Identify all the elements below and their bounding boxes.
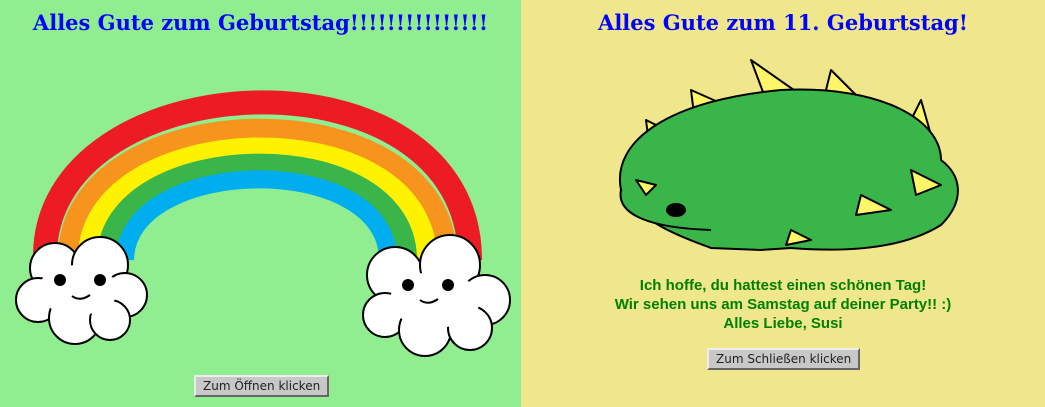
birthday-message: Ich hoffe, du hattest einen schönen Tag!… [521, 276, 1045, 333]
message-line: Wir sehen uns am Samstag auf deiner Part… [614, 296, 952, 313]
inside-card-panel: Alles Gute zum 11. Geburtstag! Ich hoffe… [521, 0, 1045, 407]
stegosaurus-illustration [618, 59, 959, 251]
close-card-button[interactable]: Zum Schließen klicken [707, 348, 861, 370]
front-card-panel: Alles Gute zum Geburtstag!!!!!!!!!!!!!!!… [0, 0, 521, 407]
message-line: Alles Liebe, Susi [723, 315, 843, 332]
open-card-button[interactable]: Zum Öffnen klicken [194, 375, 330, 397]
message-line: Ich hoffe, du hattest einen schönen Tag! [639, 277, 927, 294]
rainbow-illustration [15, 90, 511, 357]
